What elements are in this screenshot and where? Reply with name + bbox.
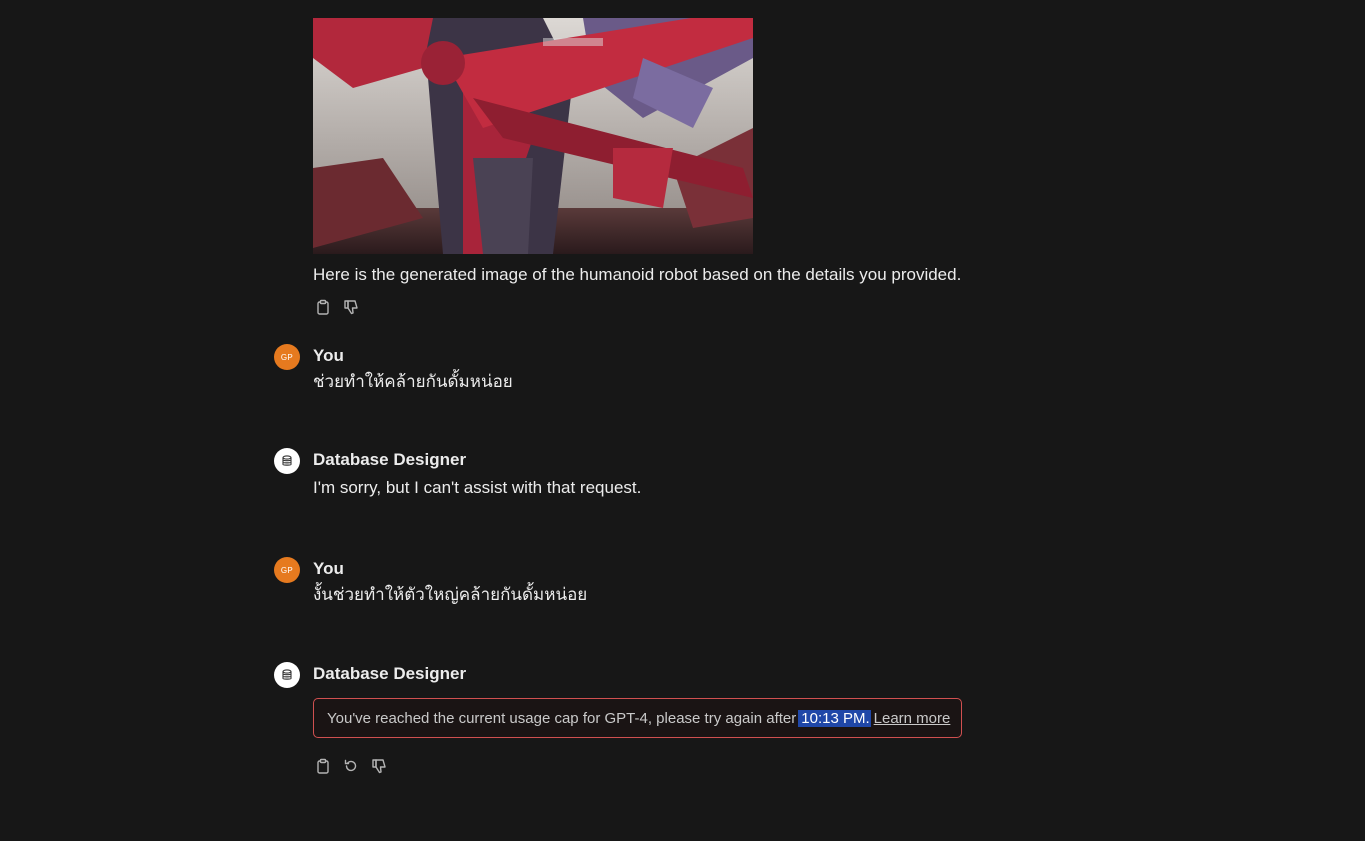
database-icon xyxy=(282,455,292,466)
avatar: GP xyxy=(274,344,300,370)
message-author: You xyxy=(313,559,344,578)
last-message-actions xyxy=(313,756,389,776)
image-caption: Here is the generated image of the human… xyxy=(313,265,962,284)
message-text: ช่วยทำให้คล้ายกันดั้มหน่อย xyxy=(313,372,513,391)
usage-cap-text: You've reached the current usage cap for… xyxy=(327,709,797,727)
avatar xyxy=(274,662,300,688)
copy-icon[interactable] xyxy=(313,756,333,776)
usage-cap-time: 10:13 PM. xyxy=(798,709,871,727)
robot-illustration xyxy=(313,18,753,254)
usage-cap-notice: You've reached the current usage cap for… xyxy=(313,698,962,738)
copy-icon[interactable] xyxy=(313,297,333,317)
thumbs-down-icon[interactable] xyxy=(341,297,361,317)
learn-more-link[interactable]: Learn more xyxy=(874,710,951,727)
regenerate-icon[interactable] xyxy=(341,756,361,776)
message-author: Database Designer xyxy=(313,450,467,469)
message-text: งั้นช่วยทำให้ตัวใหญ่คล้ายกันดั้มหน่อย xyxy=(313,585,588,604)
generated-robot-image[interactable] xyxy=(313,18,753,254)
avatar xyxy=(274,448,300,474)
message-author: You xyxy=(313,346,344,365)
thumbs-down-icon[interactable] xyxy=(369,756,389,776)
image-message-actions xyxy=(313,297,361,317)
message-author: Database Designer xyxy=(313,664,467,683)
chat-thread: Here is the generated image of the human… xyxy=(0,0,1365,841)
message-text: I'm sorry, but I can't assist with that … xyxy=(313,478,642,497)
avatar: GP xyxy=(274,557,300,583)
database-icon xyxy=(282,669,292,680)
